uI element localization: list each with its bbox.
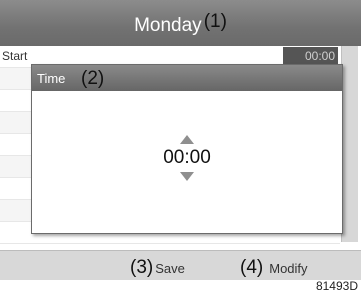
modify-button[interactable]: (4) Modify xyxy=(240,257,308,279)
dialog-header: Time (2) xyxy=(32,65,342,91)
row-label: Start xyxy=(2,49,28,63)
screen-title: Monday xyxy=(134,15,202,36)
time-value[interactable]: 00:00 xyxy=(32,146,342,170)
dialog-title: Time xyxy=(37,71,66,86)
screen-title-wrap: Monday (1) xyxy=(0,11,361,38)
save-label: Save xyxy=(155,261,185,276)
softkey-bar: (3) Save (4) Modify xyxy=(0,250,361,280)
save-callout: (3) xyxy=(130,257,154,278)
modify-callout: (4) xyxy=(240,257,264,278)
time-spinner[interactable]: 00:00 xyxy=(32,135,342,181)
controller-screen: Monday (1) Start 00:00 Time (2) 00:00 (3)… xyxy=(0,0,361,280)
arrow-up-icon[interactable] xyxy=(180,135,194,144)
dialog-callout: (2) xyxy=(81,68,105,89)
time-dialog: Time (2) 00:00 xyxy=(31,64,343,234)
figure-id: 81493D xyxy=(315,279,358,293)
title-bar: Monday (1) xyxy=(0,0,361,46)
arrow-down-icon[interactable] xyxy=(180,172,194,181)
save-button[interactable]: (3) Save xyxy=(130,257,185,279)
modify-label: Modify xyxy=(269,261,308,276)
scrollbar[interactable] xyxy=(341,46,358,242)
title-callout: (1) xyxy=(203,11,227,32)
